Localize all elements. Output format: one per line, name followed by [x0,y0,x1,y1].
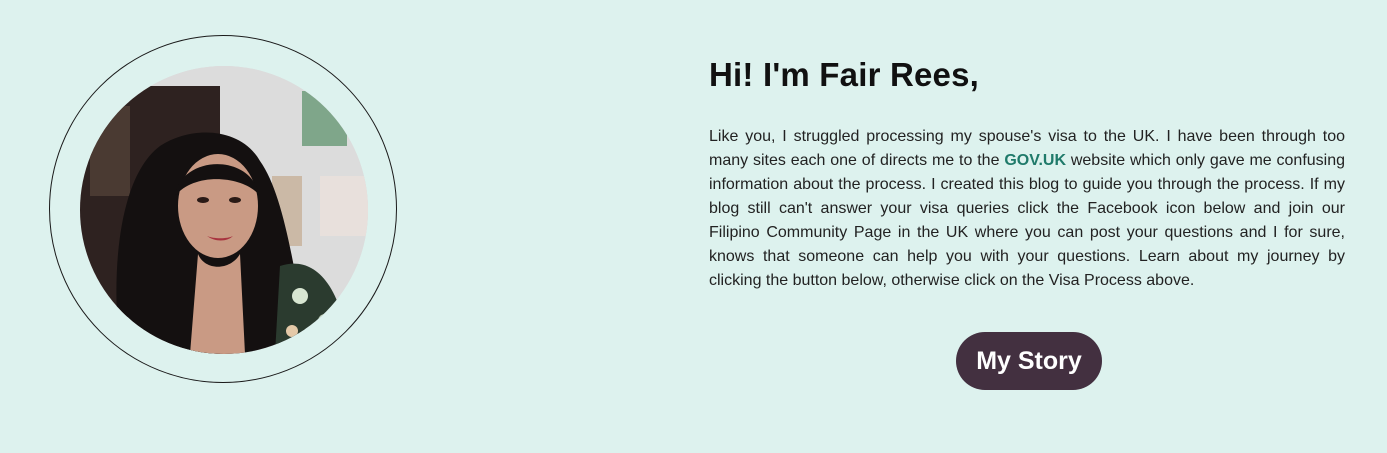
intro-paragraph: Like you, I struggled processing my spou… [709,125,1345,293]
photo-eye-left [197,197,209,203]
intro-heading: Hi! I'm Fair Rees, [709,56,980,93]
gov-uk-link[interactable]: GOV.UK [1004,152,1066,169]
profile-photo [80,66,368,354]
photo-flower-1 [292,288,308,304]
photo-eye-right [229,197,241,203]
intro-text-end: website which only gave me confusing inf… [709,152,1346,289]
photo-door [320,176,368,236]
intro-section: Hi! I'm Fair Rees, Like you, I struggled… [709,54,1345,293]
profile-photo-illustration [80,66,368,354]
my-story-button[interactable]: My Story [956,332,1102,390]
photo-neck [190,254,245,354]
